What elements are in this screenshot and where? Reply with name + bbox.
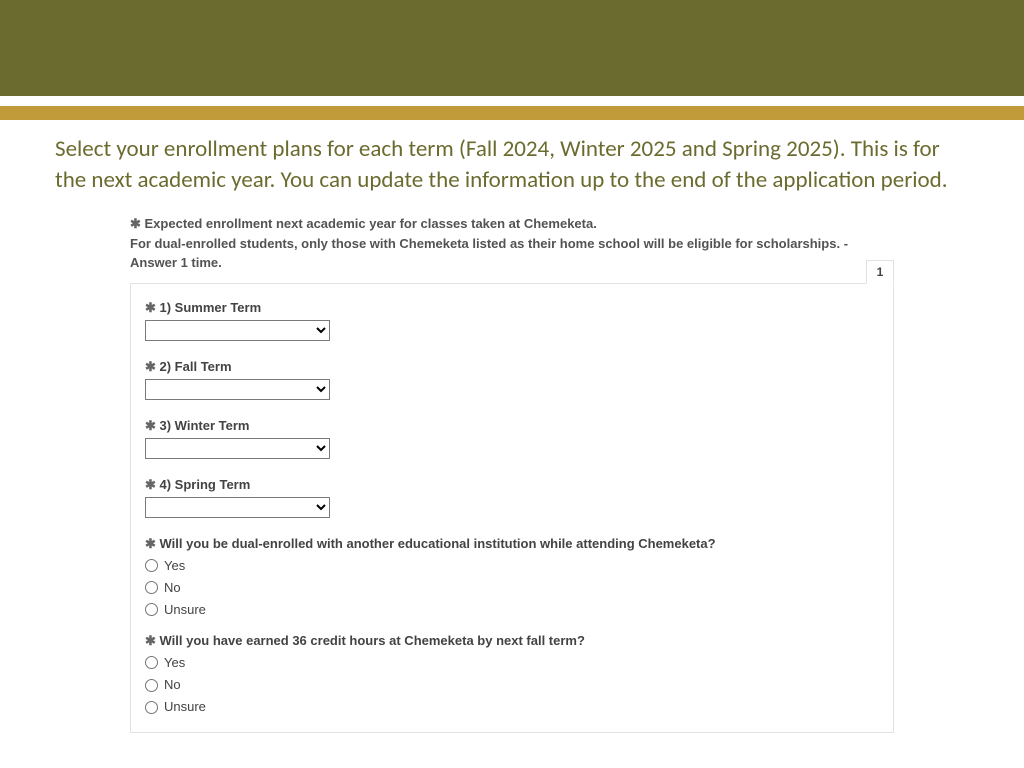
spring-term-label: ✱ 4) Spring Term [145,477,879,493]
credits-radio-yes[interactable] [145,656,158,669]
winter-term-select[interactable] [145,438,330,459]
required-star-icon: ✱ [145,359,160,374]
winter-term-label: ✱ 3) Winter Term [145,418,879,434]
dual-enrolled-question: ✱ Will you be dual-enrolled with another… [145,536,879,552]
required-star-icon: ✱ [145,477,160,492]
header-olive-bar [0,0,1024,96]
panel-tab[interactable]: 1 [866,260,894,284]
dual-radio-unsure[interactable] [145,603,158,616]
questions-panel: 1 ✱ 1) Summer Term ✱ 2) Fall Term ✱ 3) W… [130,283,894,734]
required-star-icon: ✱ [130,216,145,231]
credits-radio-group: Yes No Unsure [145,652,879,718]
credits-radio-unsure[interactable] [145,701,158,714]
fall-term-select[interactable] [145,379,330,400]
dual-radio-no[interactable] [145,581,158,594]
credits-question: ✱ Will you have earned 36 credit hours a… [145,633,879,649]
dual-option-unsure[interactable]: Unsure [145,599,879,621]
required-star-icon: ✱ [145,300,160,315]
required-star-icon: ✱ [145,633,160,648]
dual-option-yes[interactable]: Yes [145,555,879,577]
dual-radio-yes[interactable] [145,559,158,572]
required-star-icon: ✱ [145,536,160,551]
required-star-icon: ✱ [145,418,160,433]
header-gold-bar [0,106,1024,120]
spring-term-select[interactable] [145,497,330,518]
credits-option-unsure[interactable]: Unsure [145,696,879,718]
dual-enrolled-radio-group: Yes No Unsure [145,555,879,621]
intro-text: Select your enrollment plans for each te… [0,120,1024,214]
header-gap [0,96,1024,106]
credits-option-yes[interactable]: Yes [145,652,879,674]
form-heading: ✱ Expected enrollment next academic year… [130,214,894,273]
heading-line2: For dual-enrolled students, only those w… [130,236,848,271]
dual-option-no[interactable]: No [145,577,879,599]
summer-term-label: ✱ 1) Summer Term [145,300,879,316]
credits-radio-no[interactable] [145,679,158,692]
credits-option-no[interactable]: No [145,674,879,696]
summer-term-select[interactable] [145,320,330,341]
form-container: ✱ Expected enrollment next academic year… [130,214,894,733]
fall-term-label: ✱ 2) Fall Term [145,359,879,375]
heading-line1: Expected enrollment next academic year f… [145,216,597,231]
